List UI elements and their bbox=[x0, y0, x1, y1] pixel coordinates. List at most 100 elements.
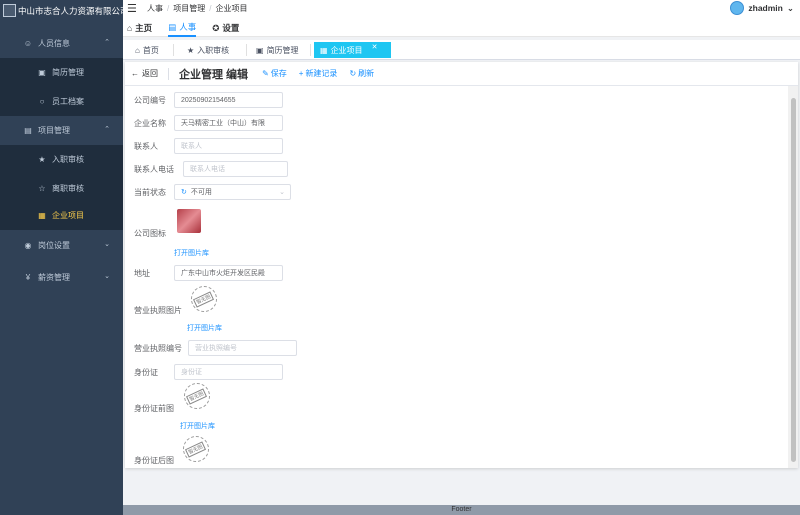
sidebar-item-employee-files[interactable]: ○ 员工档案 bbox=[0, 87, 123, 116]
contact-phone-field[interactable]: 联系人电话 bbox=[183, 161, 288, 177]
tab-label: 入职审核 bbox=[197, 45, 230, 55]
company-form: 公司编号 20250902154655 企业名称 天马精密工业（中山）有限 联系… bbox=[125, 86, 788, 468]
back-button[interactable]: ← 返回 bbox=[131, 68, 158, 79]
company-no-label: 公司编号 bbox=[134, 96, 166, 105]
sidebar-item-label: 员工档案 bbox=[52, 97, 84, 106]
placeholder-stamp-text: 暂无图 bbox=[186, 387, 208, 405]
sidebar-item-label: 离职审核 bbox=[52, 184, 84, 193]
license-image-placeholder[interactable]: 暂无图 bbox=[191, 286, 217, 312]
address-field[interactable]: 广东中山市火炬开发区民殿 bbox=[174, 265, 283, 281]
avatar bbox=[730, 1, 745, 15]
clipboard-icon: ▤ bbox=[24, 126, 32, 135]
star-filled-icon: ★ bbox=[187, 45, 195, 55]
sidebar-group-projects[interactable]: ▤ 项目管理 ⌃ bbox=[0, 116, 123, 145]
breadcrumb-item[interactable]: 人事 bbox=[147, 4, 163, 13]
money-icon: ¥ bbox=[25, 273, 31, 282]
license-no-label: 营业执照编号 bbox=[134, 344, 182, 353]
chevron-up-icon: ⌃ bbox=[104, 39, 110, 46]
scrollbar-thumb[interactable] bbox=[791, 98, 796, 462]
id-card-label: 身份证 bbox=[134, 368, 158, 377]
chevron-down-icon: ⌄ bbox=[279, 189, 285, 196]
topnav-personnel[interactable]: ▤ 人事 bbox=[168, 19, 197, 37]
topnav-label: 设置 bbox=[222, 23, 240, 33]
sidebar-group-label: 岗位设置 bbox=[38, 241, 70, 250]
arrow-left-icon: ← bbox=[131, 69, 139, 78]
tab-onboarding-review[interactable]: ★ 入职审核 bbox=[181, 42, 235, 58]
topnav-label: 主页 bbox=[135, 23, 153, 33]
sidebar-group-positions[interactable]: ◉ 岗位设置 ⌄ bbox=[0, 231, 123, 260]
edit-card: ← 返回 企业管理 编辑 ✎ 保存 + 新建记录 ↻ 刷新 公司编号 20250… bbox=[125, 62, 798, 468]
refresh-button[interactable]: ↻ 刷新 bbox=[349, 68, 374, 79]
topnav-home[interactable]: ⌂ 主页 bbox=[127, 19, 152, 37]
username: zhadmin bbox=[748, 3, 783, 13]
id-front-placeholder[interactable]: 暂无图 bbox=[184, 383, 210, 409]
sidebar-item-label: 企业项目 bbox=[52, 211, 84, 220]
refresh-icon: ↻ bbox=[349, 69, 357, 78]
brand-name: 中山市志合人力资源有限公司 bbox=[18, 5, 123, 16]
sidebar-item-label: 简历管理 bbox=[52, 68, 84, 77]
id-card-field[interactable]: 身份证 bbox=[174, 364, 283, 380]
company-no-field[interactable]: 20250902154655 bbox=[174, 92, 283, 108]
status-label: 当前状态 bbox=[134, 188, 166, 197]
user-menu[interactable]: zhadmin ⌄ bbox=[730, 1, 794, 15]
id-back-label: 身份证后图 bbox=[134, 456, 174, 465]
logo-gallery-link[interactable]: 打开图片库 bbox=[174, 248, 209, 258]
plus-icon: + bbox=[298, 69, 304, 78]
home-icon: ⌂ bbox=[135, 45, 140, 55]
scrollbar[interactable] bbox=[788, 86, 798, 468]
brand: 中山市志合人力资源有限公司 bbox=[0, 0, 123, 21]
hamburger-icon[interactable]: ☰ bbox=[127, 2, 137, 15]
sidebar-group-label: 项目管理 bbox=[38, 126, 70, 135]
save-label: 保存 bbox=[270, 69, 287, 78]
id-front-gallery-link[interactable]: 打开图片库 bbox=[180, 421, 215, 431]
license-gallery-link[interactable]: 打开图片库 bbox=[187, 323, 222, 333]
sidebar-item-resignation-review[interactable]: ☆ 离职审核 bbox=[0, 174, 123, 203]
new-record-label: 新建记录 bbox=[305, 69, 338, 78]
sidebar-item-label: 入职审核 bbox=[52, 155, 84, 164]
refresh-label: 刷新 bbox=[358, 69, 375, 78]
settings-icon: ✪ bbox=[212, 22, 220, 33]
new-record-button[interactable]: + 新建记录 bbox=[299, 68, 338, 79]
placeholder-stamp-text: 暂无图 bbox=[185, 440, 207, 458]
chevron-down-icon: ⌄ bbox=[104, 273, 110, 280]
placeholder-stamp-text: 暂无图 bbox=[193, 290, 215, 308]
breadcrumb-item: 企业项目 bbox=[215, 4, 248, 13]
chevron-down-icon: ⌄ bbox=[786, 2, 794, 13]
save-button[interactable]: ✎ 保存 bbox=[262, 68, 287, 79]
contact-field[interactable]: 联系人 bbox=[174, 138, 283, 154]
sidebar-group-salary[interactable]: ¥ 薪资管理 ⌄ bbox=[0, 263, 123, 292]
sidebar-group-personnel[interactable]: ☺ 人员信息 ⌃ bbox=[0, 29, 123, 58]
tabs-bar: ⌂ 首页 ★ 入职审核 ▣ 简历管理 ▦ 企业项目 ✕ bbox=[123, 40, 800, 60]
footer: Footer bbox=[123, 505, 800, 515]
sidebar-group-label: 人员信息 bbox=[38, 39, 70, 48]
id-back-placeholder[interactable]: 暂无图 bbox=[183, 436, 209, 462]
home-icon: ⌂ bbox=[127, 23, 133, 33]
resume-icon: ▣ bbox=[38, 68, 46, 77]
close-icon[interactable]: ✕ bbox=[372, 43, 378, 51]
address-label: 地址 bbox=[134, 269, 150, 278]
globe-icon: ◉ bbox=[24, 241, 32, 250]
sidebar-item-resume[interactable]: ▣ 简历管理 bbox=[0, 58, 123, 87]
doc-icon: ▤ bbox=[168, 21, 177, 32]
topnav-label: 人事 bbox=[179, 22, 197, 32]
refresh-icon: ↻ bbox=[181, 189, 187, 196]
license-no-field[interactable]: 营业执照编号 bbox=[188, 340, 297, 356]
chevron-down-icon: ⌄ bbox=[104, 241, 110, 248]
sidebar-item-onboarding-review[interactable]: ★ 入职审核 bbox=[0, 145, 123, 174]
tab-label: 企业项目 bbox=[330, 45, 363, 55]
resume-icon: ▣ bbox=[256, 45, 264, 55]
topnav-settings[interactable]: ✪ 设置 bbox=[212, 19, 239, 37]
tab-resume[interactable]: ▣ 简历管理 bbox=[250, 42, 305, 58]
company-name-field[interactable]: 天马精密工业（中山）有限 bbox=[174, 115, 283, 131]
sidebar-group-label: 薪资管理 bbox=[38, 273, 70, 282]
tab-enterprise-projects[interactable]: ▦ 企业项目 ✕ bbox=[314, 42, 391, 58]
status-select[interactable]: ↻ 不可用 ⌄ bbox=[174, 184, 291, 200]
company-logo-image[interactable] bbox=[177, 209, 201, 233]
tab-home[interactable]: ⌂ 首页 bbox=[129, 42, 165, 58]
company-name-label: 企业名称 bbox=[134, 119, 166, 128]
contact-phone-label: 联系人电话 bbox=[134, 165, 174, 174]
building-icon: ▦ bbox=[38, 211, 46, 220]
star-filled-icon: ★ bbox=[38, 155, 46, 164]
breadcrumb-item[interactable]: 项目管理 bbox=[173, 4, 205, 13]
sidebar-item-enterprise-projects[interactable]: ▦ 企业项目 bbox=[0, 201, 123, 230]
